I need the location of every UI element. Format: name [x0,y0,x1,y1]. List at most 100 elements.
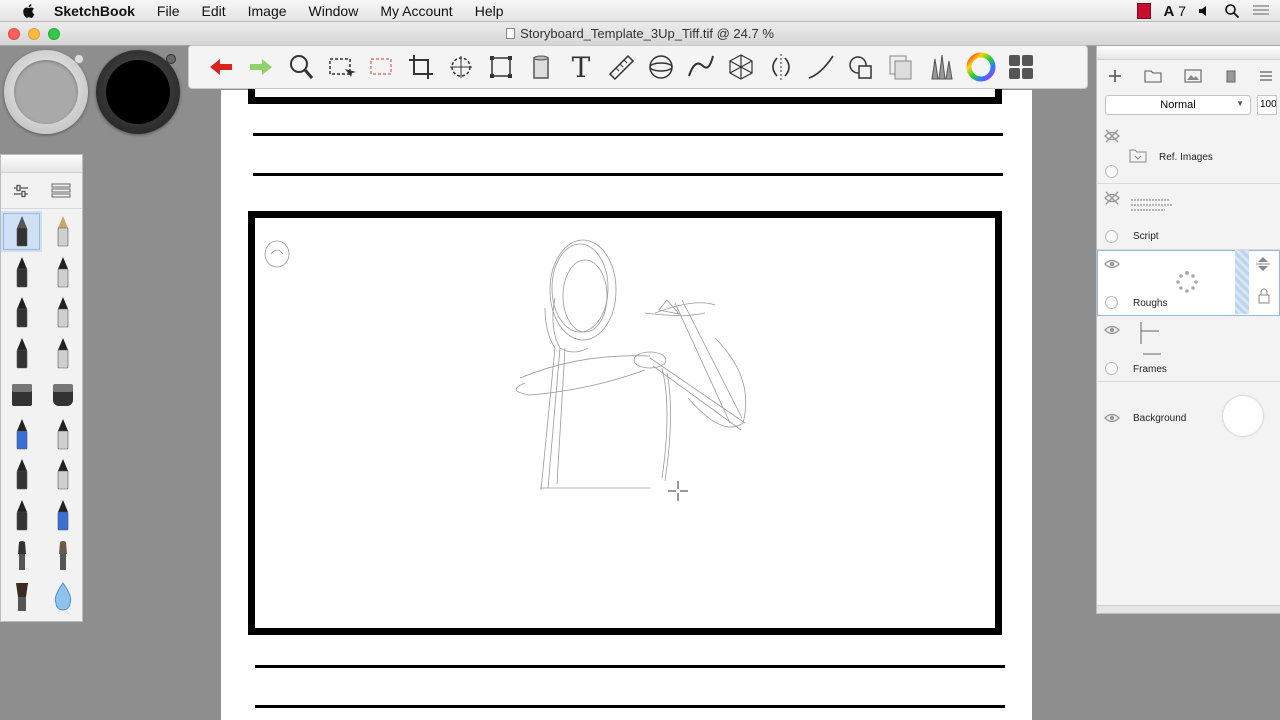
shapes-tool[interactable] [841,48,881,86]
layer-reorder-icon[interactable] [1255,256,1271,272]
brush-preset[interactable] [1,373,42,414]
eye-icon[interactable] [1104,256,1120,272]
storyboard-page[interactable] [221,70,1032,720]
brush-library-icon[interactable] [51,182,71,200]
brush-preset[interactable] [42,576,83,617]
brush-palette-header[interactable] [1,155,82,173]
brush-preset[interactable] [42,211,83,252]
layer-script[interactable]: Script [1097,184,1280,250]
layer-drag-handle[interactable] [1235,250,1249,314]
brush-preset[interactable] [1,333,42,374]
menu-image[interactable]: Image [237,0,298,22]
brush-preset[interactable] [1,576,42,617]
symmetry-tool[interactable] [761,48,801,86]
blend-mode-select[interactable]: Normal ▼ [1105,95,1251,115]
brush-preset[interactable] [1,292,42,333]
zoom-tool[interactable] [281,48,321,86]
add-image-icon[interactable] [1183,68,1203,84]
brush-properties-icon[interactable] [12,182,30,200]
distort-tool[interactable] [481,48,521,86]
search-icon[interactable] [1224,3,1240,19]
layer-ref-images[interactable]: Ref. Images [1097,122,1280,184]
app-menu[interactable]: SketchBook [48,0,146,22]
brush-preset[interactable] [1,535,42,576]
french-curve-tool[interactable] [681,48,721,86]
lasso-select-tool[interactable] [361,48,401,86]
layer-hidden-icon[interactable] [1104,190,1120,206]
add-group-icon[interactable] [1143,68,1163,84]
brush-preset[interactable] [42,414,83,455]
brush-library-tool[interactable] [921,48,961,86]
menu-window[interactable]: Window [298,0,370,22]
brush-preset[interactable] [42,292,83,333]
window-title-bar: Storyboard_Template_3Up_Tiff.tif @ 24.7 … [0,22,1280,46]
brush-preset[interactable] [42,252,83,293]
layer-frames[interactable]: Frames [1097,316,1280,382]
eye-icon[interactable] [1104,322,1120,338]
layer-roughs[interactable]: Roughs [1097,250,1280,316]
document-icon [506,28,516,39]
layer-background[interactable]: Background [1097,382,1280,448]
layer-menu-icon[interactable] [1259,69,1273,83]
transform-icon [450,56,472,78]
menu-help[interactable]: Help [464,0,515,22]
brush-preset[interactable] [1,495,42,536]
brush-preset[interactable] [1,252,42,293]
app-status-icon[interactable] [1137,3,1152,19]
layer-select-radio[interactable] [1105,296,1118,309]
eye-icon[interactable] [1104,410,1120,426]
add-layer-icon[interactable] [1107,68,1123,84]
redo-icon [250,59,272,75]
ellipse-guide-tool[interactable] [641,48,681,86]
perspective-tool[interactable] [721,48,761,86]
secondary-color-puck[interactable] [4,50,88,134]
lock-icon[interactable] [1257,288,1271,304]
fill-tool[interactable] [521,48,561,86]
clear-layer-icon[interactable] [1223,68,1239,84]
layer-select-radio[interactable] [1105,362,1118,375]
brush-preset[interactable] [42,535,83,576]
layer-panel-header[interactable] [1097,46,1280,60]
brush-preset[interactable] [42,454,83,495]
crop-tool[interactable] [401,48,441,86]
transform-tool[interactable] [441,48,481,86]
text-tool[interactable]: T [561,48,601,86]
ruler-tool[interactable] [601,48,641,86]
felt-pen-brush-icon [16,337,27,369]
redo-button[interactable] [241,48,281,86]
layer-copy-tool[interactable] [881,48,921,86]
opacity-field[interactable]: 100 [1257,95,1277,115]
layer-select-radio[interactable] [1105,165,1118,178]
puck-swap-dot[interactable] [166,54,176,64]
canvas-area[interactable] [0,47,1095,720]
primary-color-puck[interactable] [96,50,180,134]
menu-edit[interactable]: Edit [190,0,236,22]
loading-spinner-icon [1176,271,1198,293]
brush-preset[interactable] [1,211,42,252]
puck-swap-dot[interactable] [74,54,84,64]
layer-panel-footer[interactable] [1097,605,1280,613]
apple-icon[interactable] [20,2,38,20]
adobe-status[interactable]: A 7 [1163,3,1186,20]
background-color-swatch[interactable] [1223,396,1263,436]
brush-preset[interactable] [1,414,42,455]
brush-preset[interactable] [42,333,83,374]
menu-my-account[interactable]: My Account [369,0,463,22]
brush-preset[interactable] [42,373,83,414]
adobe-icon: A [1163,2,1175,20]
layer-hidden-icon[interactable] [1104,128,1120,144]
brush-preset[interactable] [42,495,83,536]
undo-button[interactable] [201,48,241,86]
volume-icon[interactable] [1198,4,1212,18]
notification-list-icon[interactable] [1252,4,1270,18]
brush-preset[interactable] [1,454,42,495]
storyboard-frame-main[interactable] [248,211,1002,635]
rectangle-select-tool[interactable] [321,48,361,86]
layer-select-radio[interactable] [1105,230,1118,243]
ellipse-guide-icon [649,55,673,79]
menu-file[interactable]: File [146,0,191,22]
palettes-tool[interactable] [1001,48,1041,86]
stroke-tool[interactable] [801,48,841,86]
color-editor-tool[interactable] [961,48,1001,86]
adobe-count: 7 [1178,2,1186,19]
